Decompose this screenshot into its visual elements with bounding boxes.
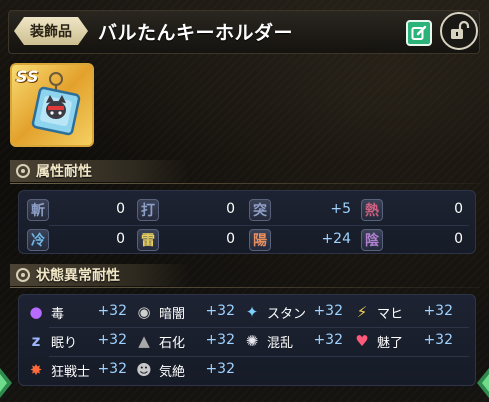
stun-icon: ✦ [245, 303, 259, 321]
attribute-value: +24 [321, 231, 351, 247]
attribute-cell: 雷 [137, 229, 159, 251]
status-value: +32 [313, 303, 343, 319]
status-cell: ● 毒 [25, 301, 64, 323]
status-label: マヒ [377, 306, 404, 322]
attribute-cell: 斬 [27, 199, 49, 221]
ornament-left-icon [0, 368, 12, 398]
status-label: 混乱 [267, 335, 294, 351]
status-resistance-header: 状態異常耐性 [10, 264, 190, 286]
thunder-icon: 雷 [137, 229, 159, 251]
rarity-badge: SS [16, 67, 39, 86]
cold-icon: 冷 [27, 229, 49, 251]
status-cell: z 眠り [25, 330, 77, 352]
status-value: +32 [423, 332, 453, 348]
attribute-cell: 陽 [249, 229, 271, 251]
attribute-value: +5 [330, 201, 351, 217]
confusion-icon: ✺ [245, 332, 259, 350]
poison-icon: ● [29, 303, 43, 321]
attribute-resistance-panel: 斬 0 打 0 突 +5 熱 0 冷 0 雷 0 陽 +24 陰 0 [18, 190, 476, 254]
attribute-value: 0 [454, 201, 463, 217]
status-value: +32 [205, 303, 235, 319]
status-label: 魅了 [377, 335, 404, 351]
berserk-icon: ✸ [29, 361, 43, 379]
status-label: 石化 [159, 335, 186, 351]
slash-icon: 斬 [27, 199, 49, 221]
attribute-value: 0 [454, 231, 463, 247]
attribute-value: 0 [226, 201, 235, 217]
status-label: 毒 [51, 306, 65, 322]
row-divider [49, 327, 469, 328]
row-divider [49, 225, 469, 226]
row-divider [49, 356, 469, 357]
ornament-right-icon [477, 368, 489, 398]
status-cell: ☻ 気絶 [133, 359, 185, 381]
status-label: 暗闇 [159, 306, 186, 322]
status-cell: ♥ 魅了 [351, 330, 403, 352]
status-resistance-panel: ● 毒 +32 ◉ 暗闇 +32 ✦ スタン +32 ⚡ マヒ +32 z 眠り +32 ▲ 石化 +32 ✺ 混乱 +… [18, 294, 476, 386]
category-badge: 装飾品 [14, 17, 88, 45]
status-label: 気絶 [159, 364, 186, 380]
attribute-cell: 冷 [27, 229, 49, 251]
attribute-cell: 陰 [361, 229, 383, 251]
status-value: +32 [97, 303, 127, 319]
attribute-value: 0 [116, 231, 125, 247]
sleep-icon: z [31, 332, 41, 350]
status-value: +32 [97, 361, 127, 377]
status-cell: ◉ 暗闇 [133, 301, 185, 323]
status-cell: ▲ 石化 [133, 330, 185, 352]
paralysis-icon: ⚡ [356, 303, 368, 321]
attribute-value: 0 [226, 231, 235, 247]
lock-toggle-button[interactable] [440, 12, 478, 50]
heat-icon: 熱 [361, 199, 383, 221]
edit-icon [411, 25, 427, 40]
strike-icon: 打 [137, 199, 159, 221]
attribute-resistance-header: 属性耐性 [10, 160, 190, 182]
equipment-detail-window: 装飾品 バルたんキーホルダー SS 属性耐性 斬 0 打 0 突 +5 熱 0 … [0, 0, 489, 402]
pierce-icon: 突 [249, 199, 271, 221]
status-value: +32 [205, 361, 235, 377]
attribute-resistance-title: 属性耐性 [36, 164, 92, 180]
status-value: +32 [97, 332, 127, 348]
status-label: 眠り [51, 335, 78, 351]
status-value: +32 [205, 332, 235, 348]
charm-icon: ♥ [355, 332, 369, 350]
section-divider [10, 183, 480, 184]
item-icon: SS [10, 63, 94, 147]
status-cell: ✺ 混乱 [241, 330, 293, 352]
status-cell: ⚡ マヒ [351, 301, 403, 323]
light-icon: 陽 [249, 229, 271, 251]
dark-icon: 陰 [361, 229, 383, 251]
attribute-cell: 打 [137, 199, 159, 221]
status-value: +32 [313, 332, 343, 348]
unlock-icon [451, 20, 470, 39]
attribute-cell: 熱 [361, 199, 383, 221]
edit-button[interactable] [406, 20, 432, 46]
darkness-icon: ◉ [137, 303, 151, 321]
item-name: バルたんキーホルダー [98, 22, 294, 44]
attribute-value: 0 [116, 201, 125, 217]
section-bullet-icon [16, 268, 30, 282]
section-bullet-icon [16, 164, 30, 178]
status-value: +32 [423, 303, 453, 319]
section-divider [10, 287, 480, 288]
faint-icon: ☻ [136, 361, 152, 379]
attribute-cell: 突 [249, 199, 271, 221]
petrify-icon: ▲ [138, 332, 150, 350]
status-resistance-title: 状態異常耐性 [36, 268, 120, 284]
